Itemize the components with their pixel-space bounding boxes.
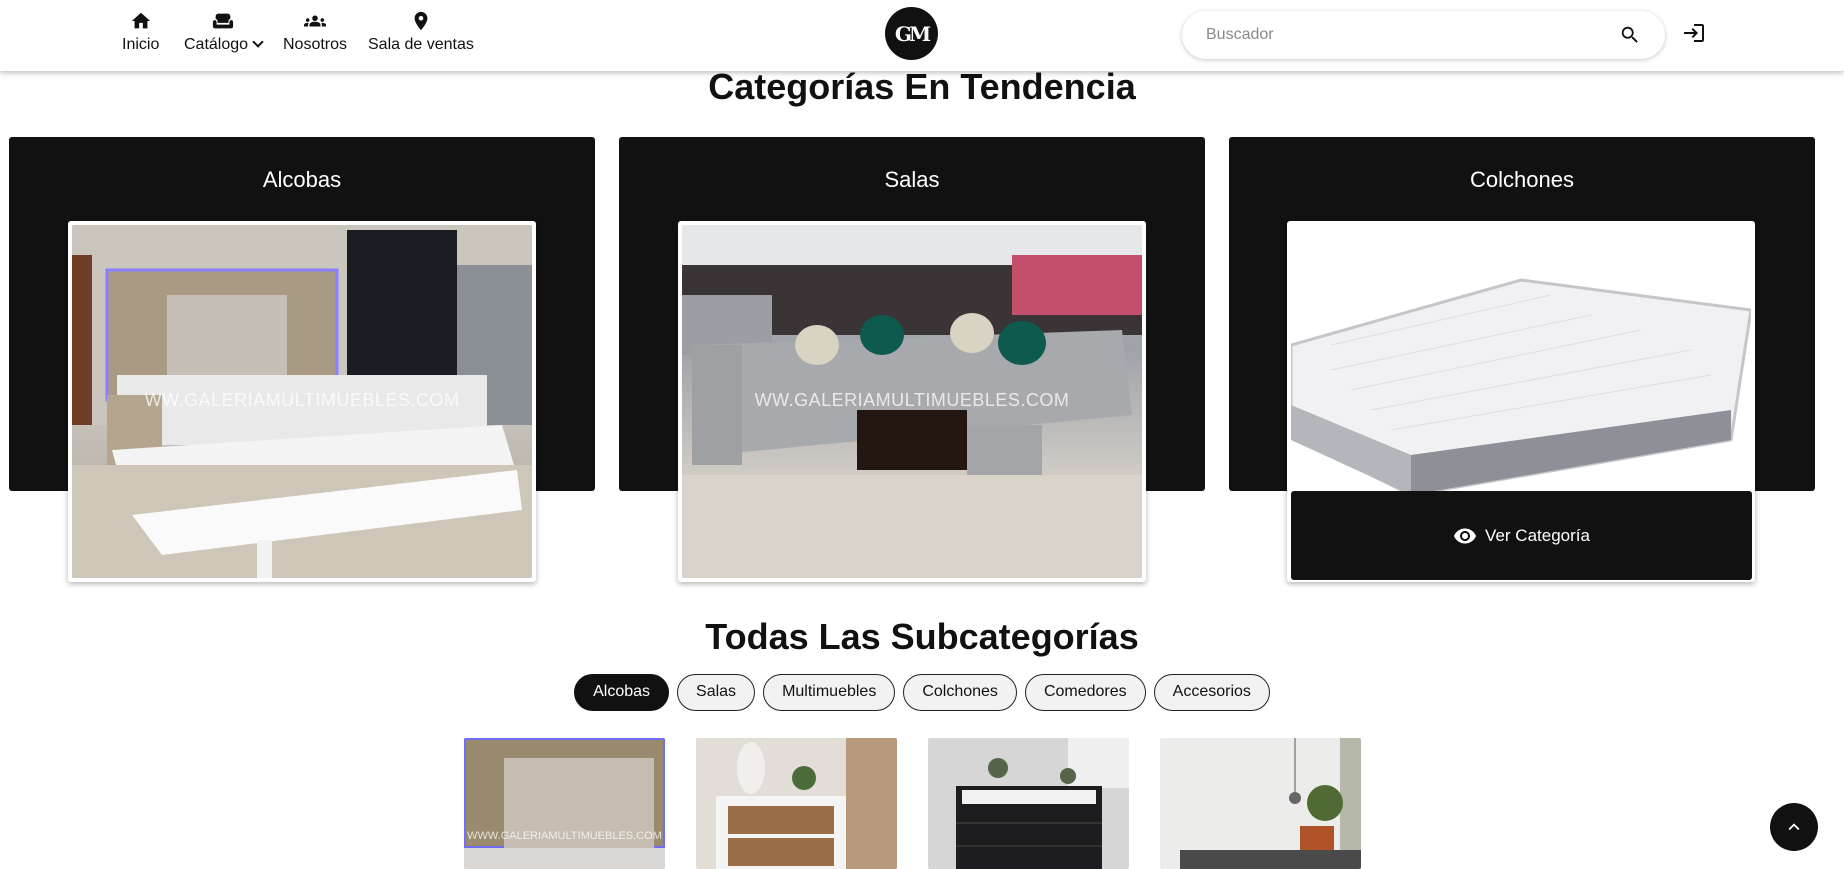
pill-accesorios[interactable]: Accesorios — [1153, 674, 1270, 711]
dresser-thumb — [928, 738, 1129, 869]
bedroom-thumb — [1160, 738, 1361, 869]
nav-catalogo[interactable]: Catálogo — [184, 10, 264, 56]
location-pin-icon — [414, 11, 428, 31]
nav-sala-de-ventas[interactable]: Sala de ventas — [368, 10, 474, 56]
nav-catalogo-label: Catálogo — [184, 36, 249, 53]
pill-colchones[interactable]: Colchones — [903, 674, 1017, 711]
mattress-photo — [1291, 278, 1751, 495]
pill-alcobas[interactable]: Alcobas — [574, 674, 670, 711]
trending-title: Categorías En Tendencia — [708, 66, 1136, 107]
nightstand-thumb — [696, 738, 897, 869]
subcategories-title: Todas Las Subcategorías — [705, 616, 1139, 657]
pill-comedores[interactable]: Comedores — [1024, 674, 1146, 711]
group-icon — [304, 15, 327, 27]
search-icon[interactable] — [1619, 24, 1641, 46]
sofa-icon — [212, 13, 234, 29]
nav-nosotros-label: Nosotros — [283, 36, 348, 53]
thumb-watermark: WWW.GALERIAMULTIMUEBLES.COM — [467, 830, 662, 842]
nav-inicio[interactable]: Inicio — [122, 10, 159, 56]
category-title: Colchones — [1470, 167, 1574, 192]
category-image-alcobas[interactable]: WW.GALERIAMULTIMUEBLES.COM — [68, 221, 536, 582]
image-watermark: WW.GALERIAMULTIMUEBLES.COM — [754, 390, 1070, 410]
nav-sala-de-ventas-label: Sala de ventas — [368, 36, 474, 53]
product-thumbnail[interactable]: WWW.GALERIAMULTIMUEBLES.COM — [464, 738, 665, 869]
brand-logo[interactable]: GM — [885, 7, 938, 60]
nav-nosotros[interactable]: Nosotros — [283, 10, 347, 56]
view-category-button[interactable]: Ver Categoría — [1291, 491, 1752, 580]
product-thumbnail[interactable] — [696, 738, 897, 869]
pill-multimuebles[interactable]: Multimuebles — [763, 674, 896, 711]
category-image-salas[interactable]: WW.GALERIAMULTIMUEBLES.COM — [678, 221, 1146, 582]
product-thumbnail[interactable] — [1160, 738, 1361, 869]
home-icon — [131, 12, 150, 29]
search-box — [1182, 11, 1665, 59]
scroll-to-top-button[interactable] — [1770, 803, 1818, 851]
eye-icon — [1454, 528, 1477, 543]
pill-salas[interactable]: Salas — [677, 674, 756, 711]
chevron-down-icon — [252, 36, 264, 48]
chevron-up-icon — [1788, 823, 1800, 831]
nav-inicio-label: Inicio — [122, 36, 160, 53]
headboard-thumb — [464, 738, 665, 869]
product-thumbnail[interactable] — [928, 738, 1129, 869]
category-title: Alcobas — [262, 167, 342, 192]
subcategory-pill-bar: Alcobas Salas Multimuebles Colchones Com… — [0, 674, 1844, 711]
search-input[interactable] — [1206, 11, 1586, 59]
view-category-label: Ver Categoría — [1485, 525, 1590, 545]
login-icon[interactable] — [1682, 21, 1706, 45]
image-watermark: WW.GALERIAMULTIMUEBLES.COM — [144, 390, 460, 410]
top-navbar: Inicio Catálogo Nosotros Sala de ventas … — [0, 0, 1844, 71]
category-title: Salas — [884, 167, 940, 192]
